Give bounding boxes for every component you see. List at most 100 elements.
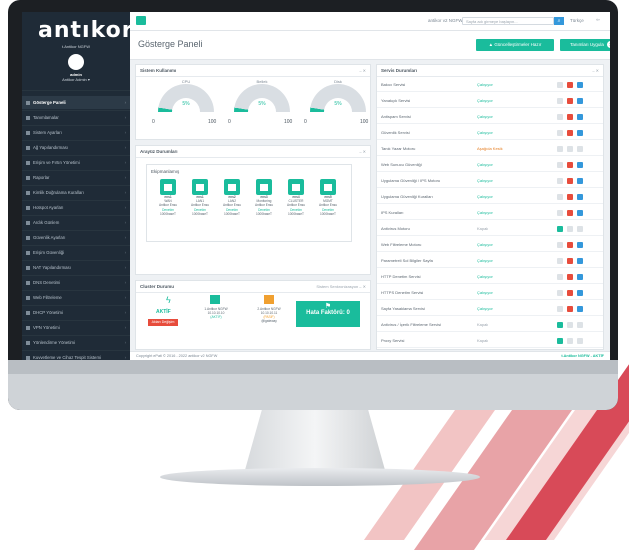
refresh-button[interactable] bbox=[577, 146, 583, 152]
refresh-button[interactable] bbox=[577, 162, 583, 168]
restart-button[interactable] bbox=[557, 178, 563, 184]
refresh-button[interactable] bbox=[577, 82, 583, 88]
service-status: Çalışıyor bbox=[477, 242, 493, 247]
sidebar-item[interactable]: Güvenlik Ayarları › bbox=[22, 231, 130, 244]
stop-button[interactable] bbox=[567, 226, 573, 232]
refresh-button[interactable] bbox=[577, 178, 583, 184]
stop-button[interactable] bbox=[567, 274, 573, 280]
sidebar-item[interactable]: Ardık Günlem › bbox=[22, 216, 130, 229]
menu-toggle-button[interactable] bbox=[136, 16, 146, 25]
stop-button[interactable] bbox=[567, 162, 573, 168]
menu-icon bbox=[26, 265, 30, 270]
stop-button[interactable] bbox=[567, 114, 573, 120]
stop-button[interactable] bbox=[567, 210, 573, 216]
refresh-button[interactable] bbox=[577, 114, 583, 120]
sidebar: antıkor t.Antikor NGFW admin Antikor Adm… bbox=[22, 12, 133, 360]
stop-button[interactable] bbox=[567, 178, 573, 184]
apply-definitions-button[interactable]: Tanımları Uygula1 bbox=[560, 39, 610, 51]
restart-button[interactable] bbox=[557, 290, 563, 296]
restart-button[interactable] bbox=[557, 274, 563, 280]
refresh-button[interactable] bbox=[577, 306, 583, 312]
updates-button[interactable]: ▲ Güncelleştirmeler Hazır bbox=[476, 39, 554, 51]
restart-button[interactable] bbox=[557, 210, 563, 216]
sidebar-item[interactable]: Erişim ve Fırtın Yönetimi › bbox=[22, 156, 130, 169]
start-button[interactable] bbox=[557, 322, 563, 328]
language-selector[interactable]: Türkçe bbox=[570, 18, 584, 23]
sidebar-item[interactable]: Sistem Ayarları › bbox=[22, 126, 130, 139]
stop-button[interactable] bbox=[567, 306, 573, 312]
sidebar-item-label: Gösterge Paneli bbox=[33, 100, 66, 105]
sidebar-item[interactable]: DNS Denetimi › bbox=[22, 276, 130, 289]
refresh-button[interactable] bbox=[577, 194, 583, 200]
sidebar-item[interactable]: Kimlik Doğrulama Kuralları › bbox=[22, 186, 130, 199]
search-button[interactable]: ⌕ bbox=[554, 17, 564, 25]
restart-button[interactable] bbox=[557, 130, 563, 136]
sidebar-item[interactable]: Tanımlamalar › bbox=[22, 111, 130, 124]
stop-button[interactable] bbox=[567, 130, 573, 136]
sidebar-item[interactable]: Yönlendirme Yönetimi › bbox=[22, 336, 130, 349]
refresh-button[interactable] bbox=[577, 338, 583, 344]
sidebar-item[interactable]: Ağ Yapılandırması › bbox=[22, 141, 130, 154]
logout-icon[interactable]: ⇦ bbox=[596, 17, 600, 23]
user-role[interactable]: Antikor Admin ▾ bbox=[22, 77, 130, 82]
restart-button[interactable] bbox=[557, 82, 563, 88]
chevron-right-icon: › bbox=[124, 250, 126, 255]
start-button[interactable] bbox=[557, 226, 563, 232]
sidebar-item[interactable]: Raporlar › bbox=[22, 171, 130, 184]
refresh-button[interactable] bbox=[577, 98, 583, 104]
refresh-button[interactable] bbox=[577, 322, 583, 328]
stop-button[interactable] bbox=[567, 338, 573, 344]
refresh-button[interactable] bbox=[577, 226, 583, 232]
restart-button[interactable] bbox=[557, 258, 563, 264]
sidebar-item[interactable]: Kuvvetleme ve Cihaz Tespit Sistemi › bbox=[22, 351, 130, 360]
gauge-min: 0 bbox=[304, 119, 307, 125]
cluster-tools[interactable]: Sistem Senkronizasyon – ✕ bbox=[316, 284, 366, 289]
interface-port[interactable]: ens5 MGMT Antikor Ensu Denetim 1000baseT bbox=[317, 179, 339, 216]
stop-button[interactable] bbox=[567, 322, 573, 328]
sidebar-item[interactable]: NAT Yapılandırması › bbox=[22, 261, 130, 274]
sidebar-item[interactable]: DHCP Yönetimi › bbox=[22, 306, 130, 319]
stop-button[interactable] bbox=[567, 290, 573, 296]
refresh-button[interactable] bbox=[577, 130, 583, 136]
restart-button[interactable] bbox=[557, 114, 563, 120]
stop-button[interactable] bbox=[567, 194, 573, 200]
service-row: Antivirus Motoru Kapalı bbox=[377, 223, 603, 236]
sidebar-item[interactable]: Gösterge Paneli › bbox=[22, 96, 130, 109]
refresh-button[interactable] bbox=[577, 258, 583, 264]
avatar[interactable] bbox=[68, 54, 84, 70]
restart-button[interactable] bbox=[557, 242, 563, 248]
sidebar-item[interactable]: VPN Yönetimi › bbox=[22, 321, 130, 334]
restart-button[interactable] bbox=[557, 98, 563, 104]
refresh-button[interactable] bbox=[577, 290, 583, 296]
interface-port[interactable]: ens3 Monitoring Antikor Ensu Denetim 1000bas… bbox=[253, 179, 275, 216]
sidebar-item[interactable]: Hotspot Ayarları › bbox=[22, 201, 130, 214]
refresh-button[interactable] bbox=[577, 242, 583, 248]
start-button[interactable] bbox=[557, 338, 563, 344]
interface-port[interactable]: ens1 LAN1 Antikor Ensu Denetim 1000baseT bbox=[189, 179, 211, 216]
interface-port[interactable]: ens4 CLUSTER Antikor Ensu Denetim 1000baseT bbox=[285, 179, 307, 216]
collapse-icon[interactable]: – ✕ bbox=[592, 68, 599, 73]
stop-button[interactable] bbox=[567, 146, 573, 152]
stop-button[interactable] bbox=[567, 98, 573, 104]
refresh-button[interactable] bbox=[577, 274, 583, 280]
collapse-icon[interactable]: – ✕ bbox=[359, 149, 366, 154]
stop-button[interactable] bbox=[567, 258, 573, 264]
restart-button[interactable] bbox=[557, 162, 563, 168]
service-name: Web Filtreleme Motoru bbox=[381, 242, 422, 247]
stop-button[interactable] bbox=[567, 242, 573, 248]
sidebar-item[interactable]: Erişim Güvenliği › bbox=[22, 246, 130, 259]
switch-button[interactable]: Aktarı Değişim bbox=[148, 319, 178, 326]
restart-button[interactable] bbox=[557, 306, 563, 312]
refresh-button[interactable] bbox=[577, 210, 583, 216]
interface-port[interactable]: ens2 LAN2 Antikor Ensu Denetim 1000baseT bbox=[221, 179, 243, 216]
version-label: antikor v2 NGFW bbox=[428, 18, 463, 23]
collapse-icon[interactable]: – ✕ bbox=[359, 68, 366, 73]
interface-port[interactable]: ens1 WAN Antikor Ensu Denetim 1000baseT bbox=[157, 179, 179, 216]
node1-state: (AKTİF) bbox=[210, 315, 222, 319]
gauge-value: 5% bbox=[334, 101, 342, 107]
restart-button[interactable] bbox=[557, 194, 563, 200]
sidebar-item[interactable]: Web Filtreleme › bbox=[22, 291, 130, 304]
search-input[interactable]: Sayfa adı girmeye başlayın... bbox=[462, 17, 554, 25]
restart-button[interactable] bbox=[557, 146, 563, 152]
stop-button[interactable] bbox=[567, 82, 573, 88]
